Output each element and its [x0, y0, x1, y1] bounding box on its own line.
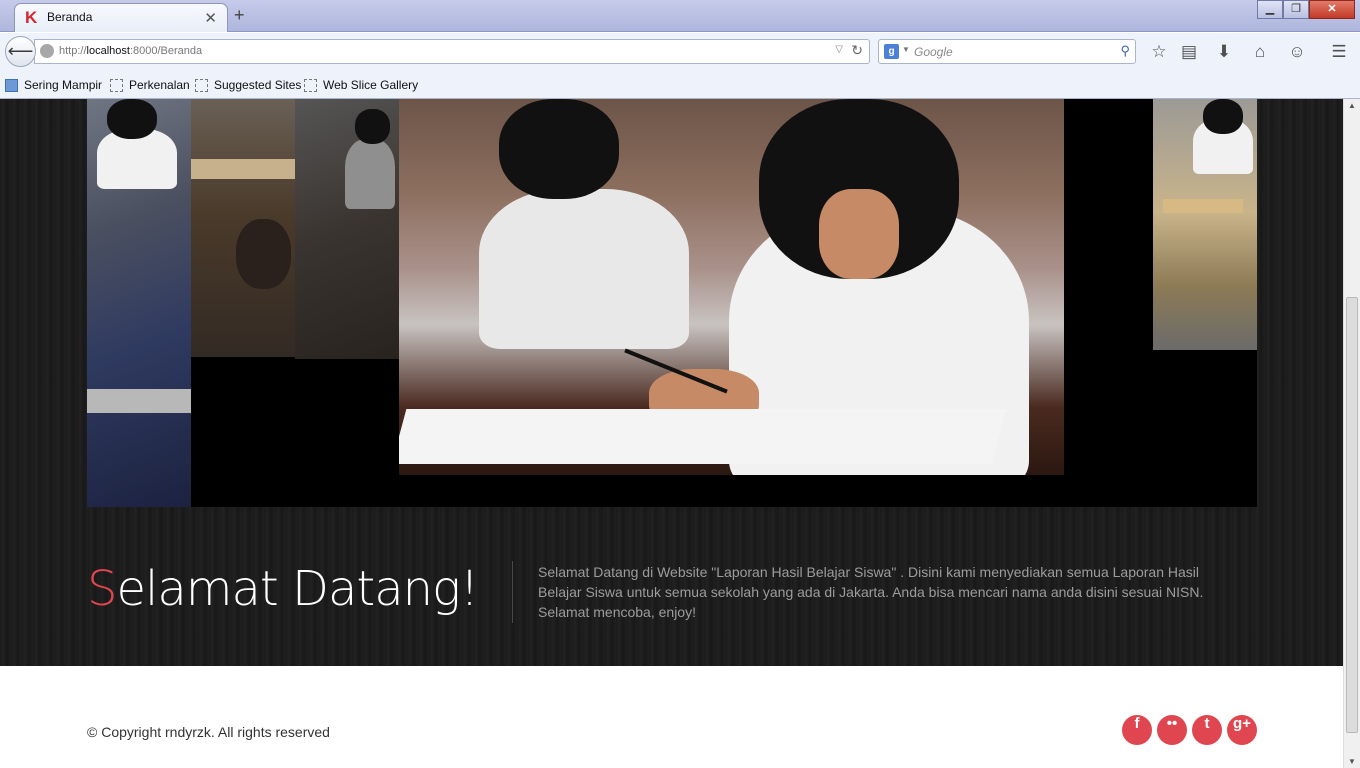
chat-icon[interactable]: ☺ [1286, 41, 1308, 63]
bookmark-label: Sering Mampir [24, 78, 103, 92]
window-controls: ▁ ❐ ✕ [1257, 0, 1355, 19]
gallery-photo-students-left[interactable] [87, 99, 191, 507]
close-window-button[interactable]: ✕ [1309, 0, 1355, 19]
welcome-heading-rest: elamat Datang! [116, 561, 479, 617]
vertical-divider [512, 561, 513, 623]
twitter-icon[interactable]: t [1192, 715, 1222, 745]
copyright-text: © Copyright rndyrzk. All rights reserved [87, 724, 330, 740]
maximize-button[interactable]: ❐ [1283, 0, 1309, 19]
search-box[interactable]: g ▼ Google ⚲ [878, 39, 1136, 64]
url-scheme: http:// [59, 45, 87, 57]
url-text[interactable]: http://localhost:8000/Beranda [59, 45, 202, 57]
back-button[interactable]: ⟵ [5, 36, 36, 67]
tab-close-icon[interactable]: ✕ [204, 9, 217, 27]
bookmark-suggested-sites[interactable]: Suggested Sites [195, 78, 301, 92]
search-icon[interactable]: ⚲ [1120, 43, 1130, 59]
bookmark-label: Suggested Sites [214, 78, 302, 92]
flickr-icon[interactable]: •• [1157, 715, 1187, 745]
welcome-heading-initial: S [87, 561, 117, 617]
bookmark-sering-mampir[interactable]: Sering Mampir [5, 78, 102, 92]
site-favicon-icon: K [25, 8, 38, 27]
bookmark-perkenalan[interactable]: Perkenalan [110, 78, 190, 92]
menu-icon[interactable]: ☰ [1328, 41, 1350, 63]
scroll-down-icon[interactable]: ▼ [1348, 757, 1356, 766]
bookmarks-menu-icon[interactable]: ▤ [1178, 41, 1200, 63]
globe-icon [40, 44, 54, 58]
page-icon [110, 78, 123, 92]
reload-icon[interactable]: ↻ [851, 42, 863, 59]
url-host: localhost [86, 45, 130, 57]
vertical-scrollbar[interactable]: ▲ ▼ [1343, 99, 1360, 768]
page-icon [304, 78, 317, 92]
new-tab-button[interactable]: + [234, 5, 245, 26]
google-engine-icon[interactable]: g [884, 44, 899, 59]
browser-titlebar: K Beranda ✕ + ▁ ❐ ✕ [0, 0, 1360, 32]
welcome-heading: Selamat Datang! [87, 561, 479, 617]
social-links: f •• t g+ [1122, 715, 1257, 745]
gallery-photo-exam-room[interactable] [191, 99, 295, 357]
google-plus-icon[interactable]: g+ [1227, 715, 1257, 745]
gallery-photo-student-writing[interactable] [399, 99, 1064, 475]
gallery-photo-students-rows[interactable] [295, 99, 399, 359]
url-path: :8000/Beranda [129, 45, 203, 57]
welcome-intro: Selamat Datang di Website "Laporan Hasil… [538, 564, 1204, 620]
bookmark-star-icon[interactable]: ☆ [1148, 41, 1170, 63]
most-visited-icon [5, 78, 18, 92]
home-icon[interactable]: ⌂ [1249, 41, 1271, 63]
photo-gallery [87, 99, 1257, 507]
bookmark-web-slice-gallery[interactable]: Web Slice Gallery [304, 78, 418, 92]
downloads-icon[interactable]: ⬇ [1213, 41, 1235, 63]
url-history-dropdown-icon[interactable]: ▽ [835, 44, 843, 55]
page-footer: © Copyright rndyrzk. All rights reserved… [0, 666, 1343, 768]
browser-navbar: http://localhost:8000/Beranda ▽ ↻ ⟵ g ▼ … [0, 33, 1360, 70]
browser-tab[interactable]: K Beranda ✕ [14, 3, 228, 32]
bookmark-label: Web Slice Gallery [323, 78, 419, 92]
minimize-button[interactable]: ▁ [1257, 0, 1283, 19]
page-viewport: Selamat Datang! Selamat Datang di Websit… [0, 99, 1343, 768]
facebook-icon[interactable]: f [1122, 715, 1152, 745]
bookmarks-bar: Sering Mampir Perkenalan Suggested Sites… [0, 70, 1360, 99]
scrollbar-thumb[interactable] [1346, 297, 1358, 733]
engine-dropdown-icon[interactable]: ▼ [902, 45, 910, 54]
scroll-up-icon[interactable]: ▲ [1348, 101, 1356, 110]
tab-title: Beranda [47, 10, 93, 24]
hero-section: Selamat Datang! Selamat Datang di Websit… [0, 99, 1343, 666]
bookmark-label: Perkenalan [129, 78, 190, 92]
search-placeholder: Google [914, 45, 953, 59]
address-bar[interactable]: http://localhost:8000/Beranda ▽ ↻ [34, 39, 870, 64]
gallery-photo-classroom-right[interactable] [1153, 99, 1257, 350]
page-icon [195, 78, 208, 92]
